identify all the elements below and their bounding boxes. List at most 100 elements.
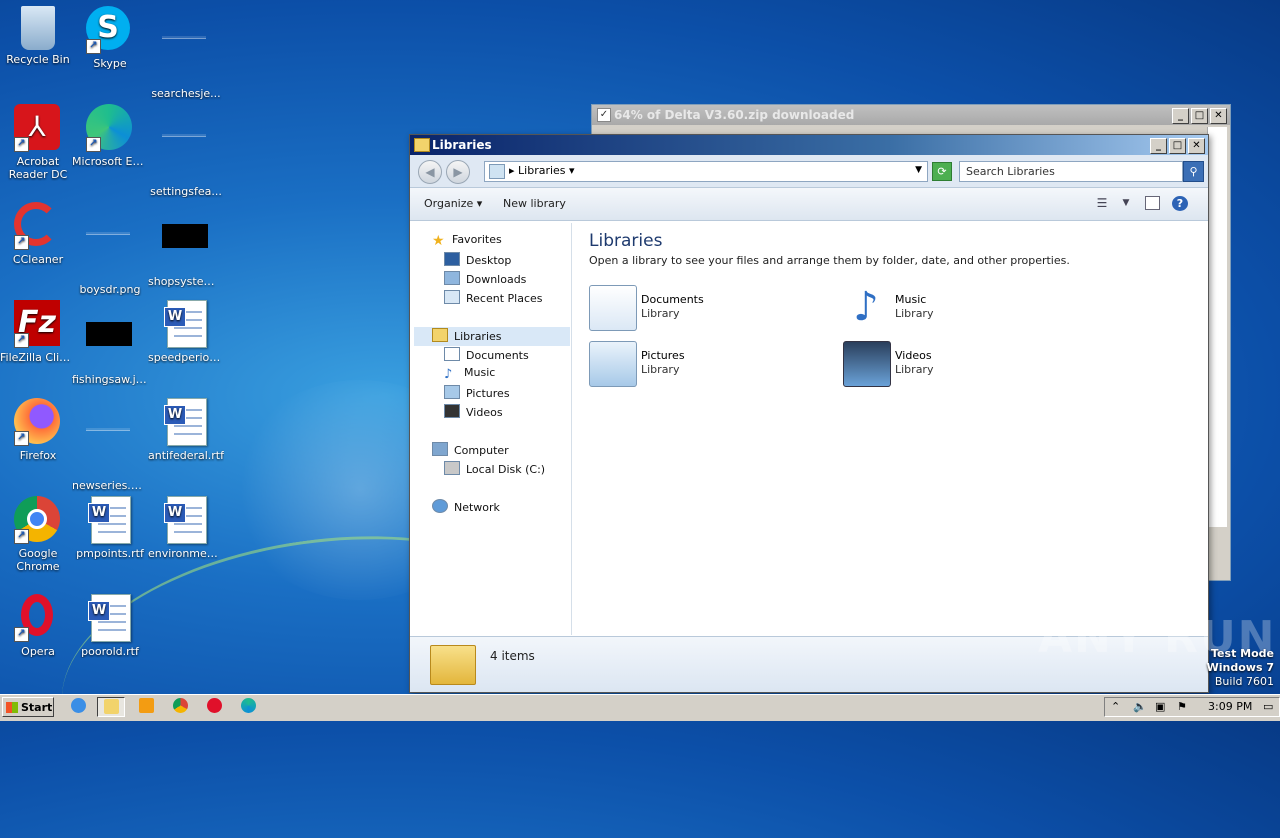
maximize-button[interactable]: □ — [1169, 138, 1186, 154]
desktop-icon-skype[interactable]: S ↗ Skype — [72, 6, 148, 70]
explorer-window[interactable]: Libraries _ □ ✕ ◀ ▶ ▸ Libraries ▾ ▼ ⟳ Se… — [409, 134, 1209, 693]
desktop-icon-poorold[interactable]: W poorold.rtf — [72, 594, 148, 658]
library-item-documents[interactable]: Documents Library — [589, 285, 809, 331]
new-library-button[interactable]: New library — [503, 197, 566, 210]
refresh-button[interactable]: ⟳ — [932, 162, 952, 181]
downloads-icon — [444, 271, 460, 285]
breadcrumb-arrow-icon[interactable]: ▸ — [509, 164, 518, 177]
opera-icon: ↗ — [14, 594, 62, 642]
nav-pictures[interactable]: Pictures — [444, 385, 510, 400]
show-desktop-icon[interactable]: ▭ — [1263, 700, 1273, 713]
nav-recent-places[interactable]: Recent Places — [444, 290, 543, 305]
close-button[interactable]: ✕ — [1210, 108, 1227, 124]
system-tray: ⌃ 🔈 ▣ ⚑ 3:09 PM ▭ — [1104, 697, 1280, 717]
nav-music[interactable]: ♪ Music — [444, 366, 495, 381]
address-dropdown-icon[interactable]: ▼ — [915, 165, 922, 175]
desktop-icon-chrome[interactable]: ↗ Google Chrome — [0, 496, 76, 573]
nav-desktop[interactable]: Desktop — [444, 252, 511, 267]
file-icon — [162, 36, 210, 84]
breadcrumb-libraries[interactable]: Libraries — [518, 164, 566, 177]
library-item-pictures[interactable]: Pictures Library — [589, 341, 809, 387]
taskbar-media-player[interactable] — [132, 697, 160, 717]
desktop-icon-shopsystem[interactable]: shopsystem... — [148, 202, 224, 288]
desktop-icon-settingsfea[interactable]: settingsfea... — [148, 104, 224, 198]
word-document-icon: W — [162, 496, 210, 544]
music-library-icon: ♪ — [853, 284, 879, 330]
library-item-music[interactable]: ♪ Music Library — [843, 285, 1063, 331]
checkmark-icon: ✓ — [597, 108, 611, 122]
search-input[interactable]: Search Libraries — [959, 161, 1183, 182]
download-window-titlebar[interactable]: ✓ 64% of Delta V3.60.zip downloaded _ □ … — [592, 105, 1230, 125]
nav-libraries[interactable]: Libraries — [432, 328, 502, 343]
action-center-flag-icon[interactable]: ⚑ — [1177, 700, 1187, 713]
desktop-icon-edge[interactable]: ↗ Microsoft Edge — [72, 104, 148, 168]
minimize-button[interactable]: _ — [1172, 108, 1189, 124]
nav-favorites[interactable]: ★ Favorites — [432, 233, 502, 249]
clock[interactable]: 3:09 PM — [1208, 700, 1252, 713]
taskbar-ie[interactable] — [64, 697, 92, 717]
network-tray-icon[interactable]: ▣ — [1155, 700, 1165, 713]
taskbar-explorer[interactable] — [97, 697, 125, 717]
desktop-icon-acrobat[interactable]: ⅄ ↗ Acrobat Reader DC — [0, 104, 76, 181]
explorer-titlebar[interactable]: Libraries _ □ ✕ — [410, 135, 1208, 155]
search-icon[interactable]: ⚲ — [1183, 161, 1204, 182]
recent-places-icon — [444, 290, 460, 304]
close-button[interactable]: ✕ — [1188, 138, 1205, 154]
edge-icon — [240, 698, 256, 713]
content-pane: Libraries Open a library to see your fil… — [573, 223, 1207, 635]
nav-documents[interactable]: Documents — [444, 347, 529, 362]
shortcut-arrow-icon: ↗ — [86, 39, 101, 54]
shortcut-arrow-icon: ↗ — [14, 627, 29, 642]
recycle-bin-icon — [21, 6, 55, 50]
desktop-icon-ccleaner[interactable]: ↗ CCleaner — [0, 202, 76, 266]
nav-network[interactable]: Network — [432, 499, 500, 514]
pictures-icon — [444, 385, 460, 399]
address-bar[interactable]: ▸ Libraries ▾ ▼ — [484, 161, 928, 182]
file-icon — [162, 134, 210, 182]
library-item-videos[interactable]: Videos Library — [843, 341, 1063, 387]
explorer-title: Libraries — [432, 138, 492, 152]
desktop-icon-environmen[interactable]: W environmen... — [148, 496, 224, 560]
windows-logo-icon — [6, 702, 18, 713]
documents-library-icon — [589, 285, 637, 331]
view-dropdown-icon[interactable]: ▼ — [1118, 196, 1134, 211]
nav-downloads[interactable]: Downloads — [444, 271, 526, 286]
videos-library-icon — [843, 341, 891, 387]
minimize-button[interactable]: _ — [1150, 138, 1167, 154]
organize-button[interactable]: Organize ▾ — [424, 197, 482, 210]
preview-pane-icon[interactable] — [1145, 196, 1160, 210]
start-button[interactable]: Start — [2, 697, 54, 717]
taskbar-edge[interactable] — [234, 697, 262, 717]
desktop-icon-newseries[interactable]: newseries.png — [72, 398, 148, 492]
desktop-icon-fishingsaw[interactable]: fishingsaw.jpg — [72, 300, 148, 386]
ccleaner-icon: ↗ — [14, 202, 62, 250]
nav-videos[interactable]: Videos — [444, 404, 503, 419]
nav-local-disk[interactable]: Local Disk (C:) — [444, 461, 545, 476]
desktop-icon-filezilla[interactable]: Fz ↗ FileZilla Client — [0, 300, 76, 364]
forward-button[interactable]: ▶ — [446, 160, 470, 184]
search-placeholder: Search Libraries — [966, 165, 1055, 178]
nav-computer[interactable]: Computer — [432, 442, 509, 457]
help-icon[interactable]: ? — [1172, 196, 1188, 211]
maximize-button[interactable]: □ — [1191, 108, 1208, 124]
desktop-icon-searchesje[interactable]: searchesje... — [148, 6, 224, 100]
desktop-icon-opera[interactable]: ↗ Opera — [0, 594, 76, 658]
documents-icon — [444, 347, 460, 361]
desktop-icon-firefox[interactable]: ↗ Firefox — [0, 398, 76, 462]
chrome-icon: ↗ — [14, 496, 62, 544]
view-options-icon[interactable]: ☰ — [1094, 196, 1110, 211]
taskbar-chrome[interactable] — [166, 697, 194, 717]
chrome-icon — [172, 698, 188, 713]
desktop-icon-recycle-bin[interactable]: Recycle Bin — [0, 6, 76, 66]
desktop-icon-boysdr[interactable]: boysdr.png — [72, 202, 148, 296]
desktop-icon-pmpoints[interactable]: W pmpoints.rtf — [72, 496, 148, 560]
show-hidden-icons-icon[interactable]: ⌃ — [1111, 700, 1120, 713]
taskbar-opera[interactable] — [200, 697, 228, 717]
taskbar: Start ⌃ 🔈 ▣ ⚑ 3:09 PM ▭ — [0, 694, 1280, 721]
breadcrumb-dropdown-icon[interactable]: ▾ — [566, 164, 575, 177]
back-button[interactable]: ◀ — [418, 160, 442, 184]
desktop-icon-speedperiod[interactable]: W speedperiod... — [148, 300, 224, 364]
desktop-icon-antifederal[interactable]: W antifederal.rtf — [148, 398, 224, 462]
image-file-icon — [86, 232, 134, 280]
volume-icon[interactable]: 🔈 — [1133, 700, 1147, 713]
